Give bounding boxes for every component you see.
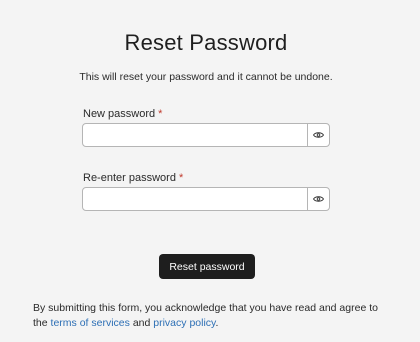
- page-subtitle: This will reset your password and it can…: [79, 71, 333, 83]
- show-confirm-password-button[interactable]: [307, 188, 329, 210]
- legal-suffix: .: [215, 317, 219, 329]
- required-marker: *: [158, 108, 163, 120]
- new-password-input[interactable]: [83, 124, 307, 146]
- eye-icon: [313, 196, 324, 202]
- new-password-label-text: New password: [83, 108, 156, 120]
- reset-password-page: Reset Password This will reset your pass…: [0, 0, 420, 342]
- page-title: Reset Password: [124, 30, 288, 55]
- eye-icon: [313, 132, 324, 138]
- new-password-group: [82, 123, 330, 147]
- confirm-password-label: Re-enter password *: [83, 172, 183, 184]
- show-new-password-button[interactable]: [307, 124, 329, 146]
- reset-password-button[interactable]: Reset password: [159, 254, 255, 279]
- legal-notice: By submitting this form, you acknowledge…: [33, 301, 393, 331]
- new-password-label: New password *: [83, 108, 162, 120]
- privacy-policy-link[interactable]: privacy policy: [153, 317, 215, 329]
- required-marker: *: [178, 172, 184, 184]
- terms-of-service-link[interactable]: terms of services: [51, 317, 130, 329]
- confirm-password-input[interactable]: [83, 188, 307, 210]
- confirm-password-label-text: Re-enter password: [83, 172, 176, 184]
- confirm-password-group: [82, 187, 330, 211]
- legal-conjunction: and: [132, 317, 151, 329]
